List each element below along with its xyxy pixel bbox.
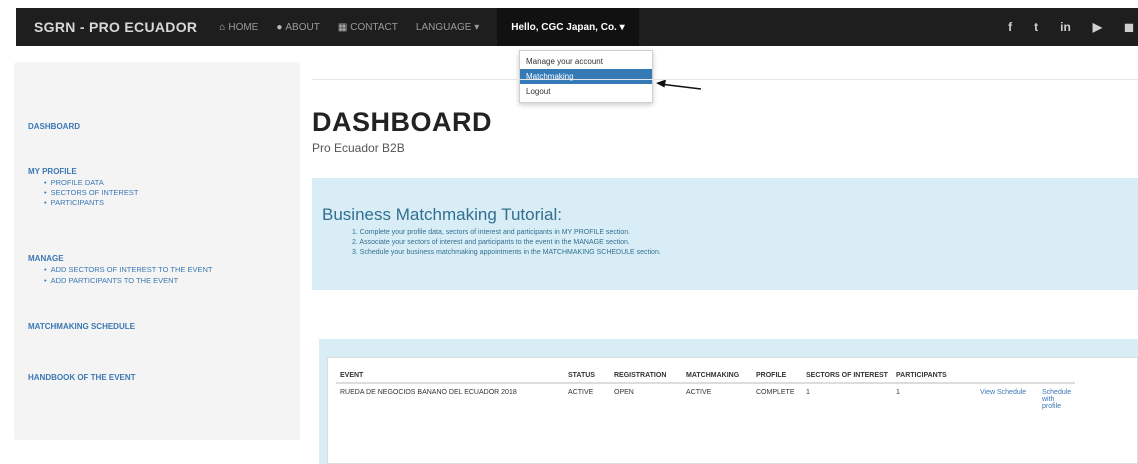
cell-sectors: 1	[806, 389, 810, 396]
navbar: SGRN - PRO ECUADOR ⌂ HOME ● ABOUT ▦ CONT…	[0, 0, 1138, 46]
contact-icon: ▦	[337, 21, 348, 33]
user-menu-toggle[interactable]: Hello, CGC Japan, Co. ▾	[497, 8, 639, 46]
sidebar-item-dashboard[interactable]: DASHBOARD	[28, 122, 80, 131]
column-header-registration: REGISTRATION	[610, 366, 682, 384]
events-panel: EVENT STATUS REGISTRATION MATCHMAKING PR…	[319, 339, 1138, 464]
nav-item-contact-label: CONTACT	[350, 21, 398, 33]
sidebar-item-add-sectors[interactable]: ADD SECTORS OF INTEREST TO THE EVENT	[44, 265, 213, 274]
nav-item-about-label: ABOUT	[285, 21, 320, 33]
nav-item-home-label: HOME	[228, 21, 259, 33]
page-subtitle: Pro Ecuador B2B	[312, 141, 405, 155]
nav-item-language[interactable]: LANGUAGE ▾	[416, 22, 479, 33]
sidebar-item-manage[interactable]: MANAGE	[28, 254, 64, 263]
menu-item-logout[interactable]: Logout	[520, 84, 652, 99]
sidebar-item-participants[interactable]: PARTICIPANTS	[44, 198, 104, 207]
sidebar-item-matchmaking-schedule[interactable]: MATCHMAKING SCHEDULE	[28, 322, 135, 331]
column-header-matchmaking: MATCHMAKING	[682, 366, 752, 384]
twitter-icon[interactable]: t	[1034, 20, 1038, 34]
view-schedule-link[interactable]: View Schedule	[980, 389, 1026, 396]
column-header-sectors: SECTORS OF INTEREST	[802, 366, 892, 384]
tutorial-panel: Business Matchmaking Tutorial: 1. Comple…	[312, 178, 1138, 290]
youtube-icon[interactable]: ▶	[1093, 20, 1102, 34]
tutorial-step-1: 1. Complete your profile data, sectors o…	[352, 229, 631, 236]
pointer-arrow-icon	[656, 79, 702, 90]
column-header-schedule	[1038, 366, 1076, 384]
brand-logo[interactable]: SGRN - PRO ECUADOR	[16, 19, 219, 35]
sidebar: DASHBOARD MY PROFILE PROFILE DATA SECTOR…	[14, 62, 300, 440]
tutorial-step-2: 2. Associate your sectors of interest an…	[352, 239, 630, 246]
cell-event: RUEDA DE NEGOCIOS BANANO DEL ECUADOR 201…	[340, 389, 517, 396]
events-table: EVENT STATUS REGISTRATION MATCHMAKING PR…	[336, 366, 1076, 415]
user-dropdown-menu: Manage your account Matchmaking Logout	[519, 50, 653, 103]
tutorial-title: Business Matchmaking Tutorial:	[322, 205, 562, 224]
page-title: DASHBOARD	[312, 107, 492, 137]
events-table-panel: EVENT STATUS REGISTRATION MATCHMAKING PR…	[327, 357, 1138, 464]
nav-item-language-label: LANGUAGE ▾	[415, 21, 480, 33]
column-header-profile: PROFILE	[752, 366, 802, 384]
nav-item-about[interactable]: ● ABOUT	[276, 22, 320, 33]
cell-status: ACTIVE	[568, 389, 594, 396]
sidebar-item-add-participants[interactable]: ADD PARTICIPANTS TO THE EVENT	[44, 276, 179, 285]
info-icon: ●	[276, 21, 283, 33]
column-header-participants: PARTICIPANTS	[892, 366, 976, 384]
facebook-icon[interactable]: f	[1008, 20, 1012, 34]
menu-item-manage-account[interactable]: Manage your account	[520, 54, 652, 69]
home-icon: ⌂	[219, 21, 226, 33]
column-header-status: STATUS	[564, 366, 610, 384]
linkedin-icon[interactable]: in	[1060, 20, 1071, 34]
sidebar-item-sectors-of-interest[interactable]: SECTORS OF INTEREST	[44, 188, 139, 197]
cell-registration: OPEN	[614, 389, 634, 396]
cell-profile: COMPLETE	[756, 389, 795, 396]
menu-item-matchmaking[interactable]: Matchmaking	[520, 69, 652, 84]
table-header-row: EVENT STATUS REGISTRATION MATCHMAKING PR…	[336, 366, 1076, 384]
cell-matchmaking: ACTIVE	[686, 389, 712, 396]
schedule-with-profile-link[interactable]: Schedule with profile	[1042, 389, 1071, 410]
sidebar-item-profile-data[interactable]: PROFILE DATA	[44, 178, 104, 187]
nav-item-home[interactable]: ⌂ HOME	[219, 22, 258, 33]
header-divider	[312, 79, 1138, 80]
tutorial-step-3: 3. Schedule your business matchmaking ap…	[352, 249, 661, 256]
flickr-icon[interactable]: ◼	[1124, 20, 1134, 34]
nav-item-contact[interactable]: ▦ CONTACT	[338, 22, 398, 33]
sidebar-item-handbook[interactable]: HANDBOOK OF THE EVENT	[28, 373, 136, 382]
column-header-view	[976, 366, 1038, 384]
column-header-event: EVENT	[336, 366, 564, 384]
social-links: f t in ▶ ◼	[1008, 8, 1138, 46]
sidebar-item-my-profile[interactable]: MY PROFILE	[28, 167, 77, 176]
cell-participants: 1	[896, 389, 900, 396]
navbar-bar: SGRN - PRO ECUADOR ⌂ HOME ● ABOUT ▦ CONT…	[16, 8, 1138, 46]
table-row: RUEDA DE NEGOCIOS BANANO DEL ECUADOR 201…	[336, 383, 1075, 415]
